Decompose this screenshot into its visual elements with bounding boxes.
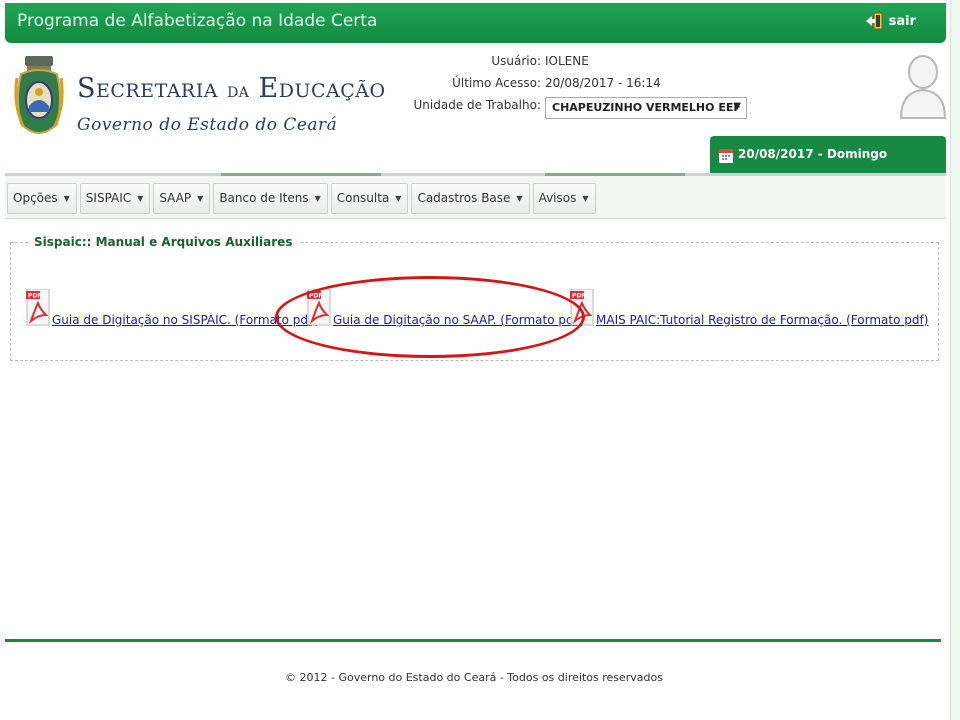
main-menu-bar: Opções ▼ SISPAIC ▼ SAAP ▼ Banco de Itens ▼ C…: [5, 173, 946, 219]
user-label: Usuário:: [491, 54, 541, 68]
exit-button[interactable]: sair: [865, 12, 916, 30]
menu-banco-de-itens[interactable]: Banco de Itens ▼: [213, 183, 328, 214]
main-menu: Opções ▼ SISPAIC ▼ SAAP ▼ Banco de Itens ▼ C…: [7, 183, 596, 214]
user-avatar-icon: [899, 55, 947, 119]
menu-label: Cadastros Base: [417, 191, 511, 205]
current-date-tab: 20/08/2017 - Domingo: [710, 136, 946, 173]
footer-copyright: © 2012 - Governo do Estado do Ceará - To…: [285, 671, 663, 684]
menu-sispaic[interactable]: SISPAIC ▼: [79, 183, 151, 214]
menu-bar-stripe: [221, 173, 381, 176]
menu-label: Banco de Itens: [219, 191, 309, 205]
menu-opcoes[interactable]: Opções ▼: [7, 183, 77, 214]
brand-title: Secretaria da Educação: [77, 73, 386, 104]
menu-label: SAAP: [159, 191, 192, 205]
window-edge: [950, 0, 960, 720]
exit-label: sair: [888, 13, 916, 29]
brand-word-da: da: [227, 78, 250, 102]
svg-text:PDF: PDF: [572, 293, 585, 300]
menu-label: SISPAIC: [85, 191, 132, 205]
highlight-circle-annotation: [275, 276, 585, 358]
menu-avisos[interactable]: Avisos ▼: [532, 183, 596, 214]
chevron-down-icon: ▼: [733, 101, 741, 112]
last-access-label: Último Acesso:: [452, 76, 541, 90]
calendar-icon: [719, 149, 733, 163]
caret-down-icon: ▼: [395, 194, 402, 203]
menu-bar-stripe: [545, 173, 685, 176]
pdf-file-icon: PDF: [26, 289, 50, 326]
file-item-mais-paic: PDF MAIS PAIC:Tutorial Registro de Forma…: [570, 289, 928, 327]
app-title: Programa de Alfabetização na Idade Certa: [17, 11, 378, 31]
work-unit-select[interactable]: CHAPEUZINHO VERMELHO EEF ▼: [545, 97, 747, 119]
last-access-value: 20/08/2017 - 16:14: [545, 76, 661, 90]
current-date-text: 20/08/2017 - Domingo: [738, 147, 888, 161]
file-item-sispaic: PDF Guia de Digitação no SISPAIC. (Forma…: [26, 289, 317, 327]
caret-down-icon: ▼: [137, 194, 144, 203]
menu-label: Consulta: [336, 191, 390, 205]
exit-door-icon: [865, 12, 883, 30]
caret-down-icon: ▼: [63, 194, 70, 203]
brand-word-educacao: Educação: [258, 73, 386, 104]
caret-down-icon: ▼: [516, 194, 523, 203]
menu-cadastros-base[interactable]: Cadastros Base ▼: [411, 183, 530, 214]
file-link-mais-paic[interactable]: MAIS PAIC:Tutorial Registro de Formação.…: [596, 313, 928, 327]
ceara-crest-logo: [14, 56, 64, 134]
caret-down-icon: ▼: [197, 194, 204, 203]
section-legend: Sispaic:: Manual e Arquivos Auxiliares: [28, 235, 299, 249]
menu-saap[interactable]: SAAP ▼: [153, 183, 211, 214]
brand-word-secretaria: Secretaria: [77, 73, 218, 104]
menu-label: Opções: [13, 191, 58, 205]
top-bar: Programa de Alfabetização na Idade Certa…: [5, 3, 946, 43]
svg-text:PDF: PDF: [28, 293, 41, 300]
work-unit-value: CHAPEUZINHO VERMELHO EEF: [552, 101, 741, 114]
last-access-row: Último Acesso: 20/08/2017 - 16:14: [405, 76, 661, 90]
unit-row: Unidade de Trabalho:: [405, 98, 541, 112]
caret-down-icon: ▼: [582, 194, 589, 203]
brand-subtitle: Governo do Estado do Ceará: [77, 115, 338, 135]
menu-consulta[interactable]: Consulta ▼: [330, 183, 409, 214]
user-row: Usuário: IOLENE: [405, 54, 589, 68]
menu-label: Avisos: [538, 191, 577, 205]
footer-divider: [5, 639, 941, 642]
caret-down-icon: ▼: [314, 194, 321, 203]
unit-label: Unidade de Trabalho:: [413, 98, 541, 112]
user-value: IOLENE: [545, 54, 589, 68]
